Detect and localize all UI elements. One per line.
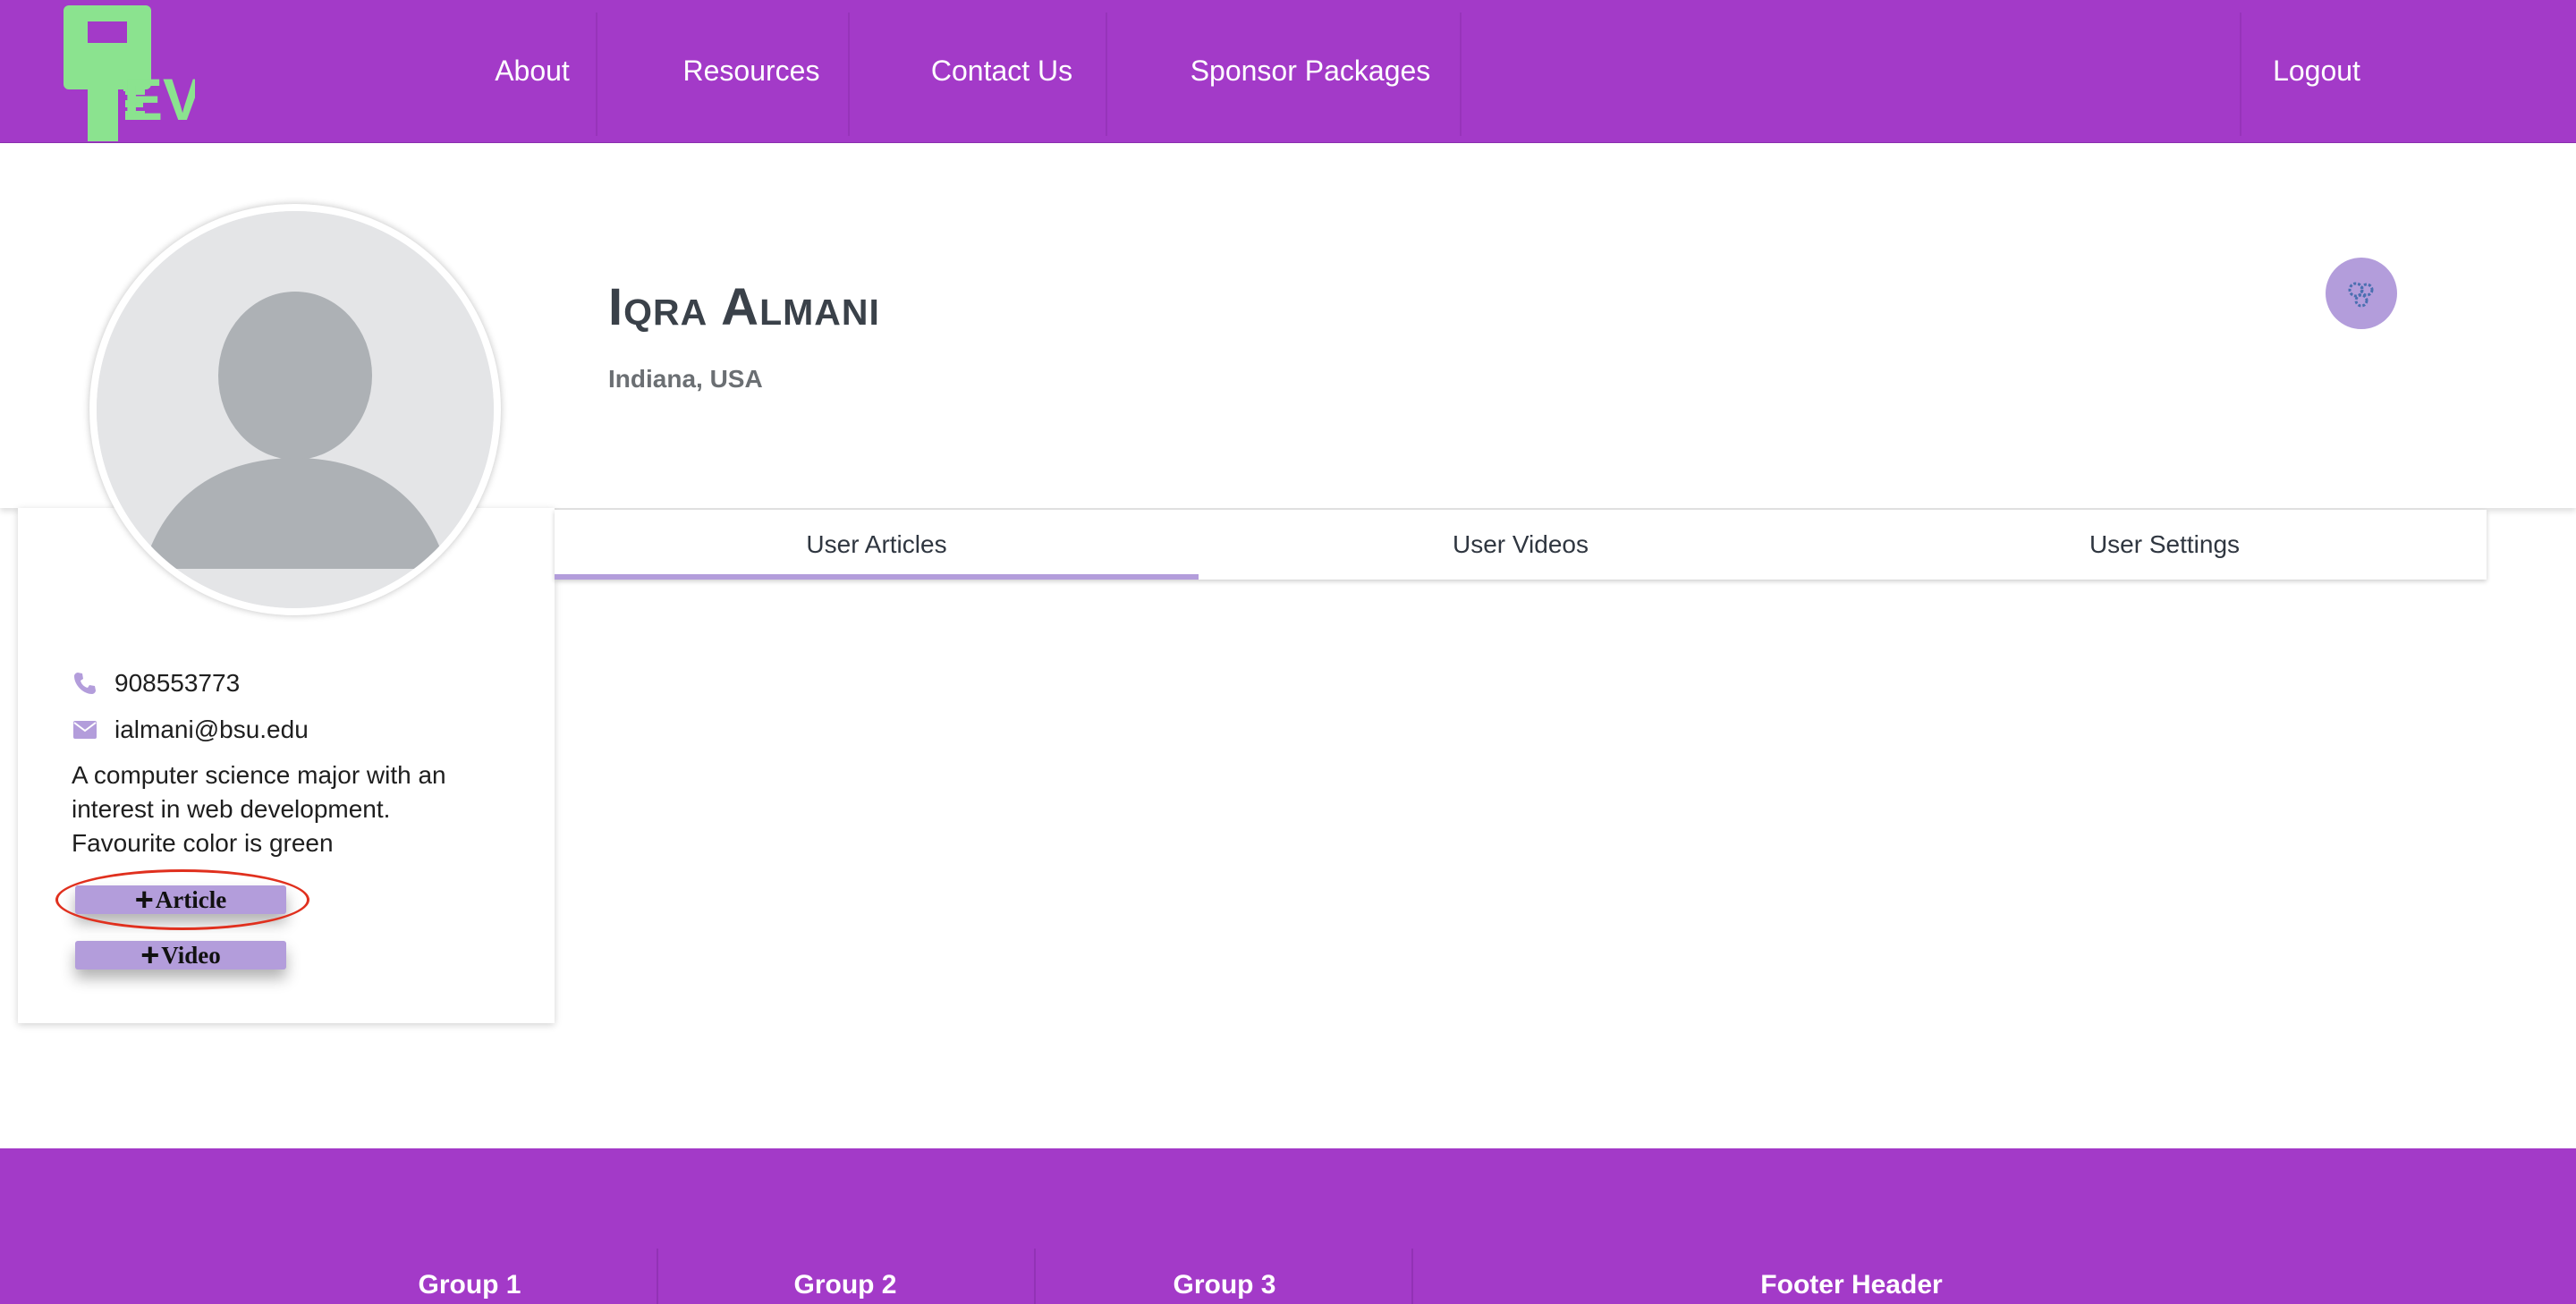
footer-group-2: Group 2	[751, 1252, 939, 1304]
nav-divider	[848, 13, 850, 136]
tab-label: User Videos	[1452, 530, 1589, 558]
tab-user-videos[interactable]: User Videos	[1199, 510, 1843, 580]
settings-button[interactable]	[2326, 258, 2397, 329]
footer-heading: Footer Header	[1760, 1270, 1943, 1300]
profile-tabs: User Articles User Videos User Settings	[555, 510, 2487, 580]
nav-divider	[1106, 13, 1107, 136]
add-video-label: Video	[161, 941, 221, 969]
contact-email: ialmani@bsu.edu	[72, 716, 309, 744]
profile-bio: A computer science major with an interes…	[72, 761, 446, 857]
envelope-icon	[72, 716, 98, 743]
footer-divider	[1411, 1249, 1413, 1304]
add-video-button[interactable]: + Video	[75, 936, 286, 973]
logout-label: Logout	[2273, 54, 2360, 87]
footer-divider	[657, 1249, 658, 1304]
nav-about[interactable]: About	[465, 0, 599, 141]
profile-name: Iqra Almani	[608, 278, 880, 336]
tab-user-settings[interactable]: User Settings	[1843, 510, 2487, 580]
profile-avatar	[89, 204, 501, 615]
phone-number: 908553773	[114, 669, 241, 697]
phone-icon	[72, 670, 98, 697]
plus-icon: +	[140, 936, 160, 973]
profile-location: Indiana, USA	[608, 365, 763, 393]
nav-divider	[1460, 13, 1462, 136]
add-article-label: Article	[155, 885, 227, 913]
gear-cluster-icon	[2348, 282, 2374, 308]
footer-header-column: Footer Header	[1664, 1252, 2039, 1304]
contact-phone: 908553773	[72, 669, 240, 698]
nav-about-label: About	[495, 54, 570, 87]
footer-heading: Group 1	[418, 1270, 521, 1300]
nav-resources[interactable]: Resources	[662, 0, 841, 141]
tab-user-articles[interactable]: User Articles	[555, 510, 1199, 580]
nav-sponsor-packages[interactable]: Sponsor Packages	[1172, 0, 1449, 141]
site-logo[interactable]: EVE	[61, 4, 242, 143]
email-address[interactable]: ialmani@bsu.edu	[114, 716, 309, 744]
add-article-button[interactable]: + Article	[75, 881, 286, 918]
tab-label: User Articles	[806, 530, 947, 558]
nav-contact-us[interactable]: Contact Us	[912, 0, 1091, 141]
default-user-avatar-icon	[97, 211, 494, 608]
footer-group-1: Group 1	[376, 1252, 564, 1304]
footer-heading: Group 2	[793, 1270, 897, 1300]
tab-label: User Settings	[2089, 530, 2241, 558]
footer-divider	[1034, 1249, 1036, 1304]
nav-divider	[2240, 13, 2241, 136]
key-logo-icon: EVE	[64, 5, 242, 141]
nav-divider	[596, 13, 597, 136]
nav-sponsor-label: Sponsor Packages	[1190, 54, 1431, 87]
top-navbar: EVE About Resources Contact Us Sponsor P…	[0, 0, 2576, 143]
nav-contact-label: Contact Us	[930, 54, 1073, 87]
plus-icon: +	[134, 881, 154, 918]
footer-group-3: Group 3	[1131, 1252, 1318, 1304]
logout-link[interactable]: Logout	[2254, 0, 2379, 141]
logo-text: EVE	[123, 66, 195, 132]
footer-heading: Group 3	[1173, 1270, 1276, 1300]
nav-resources-label: Resources	[682, 54, 820, 87]
